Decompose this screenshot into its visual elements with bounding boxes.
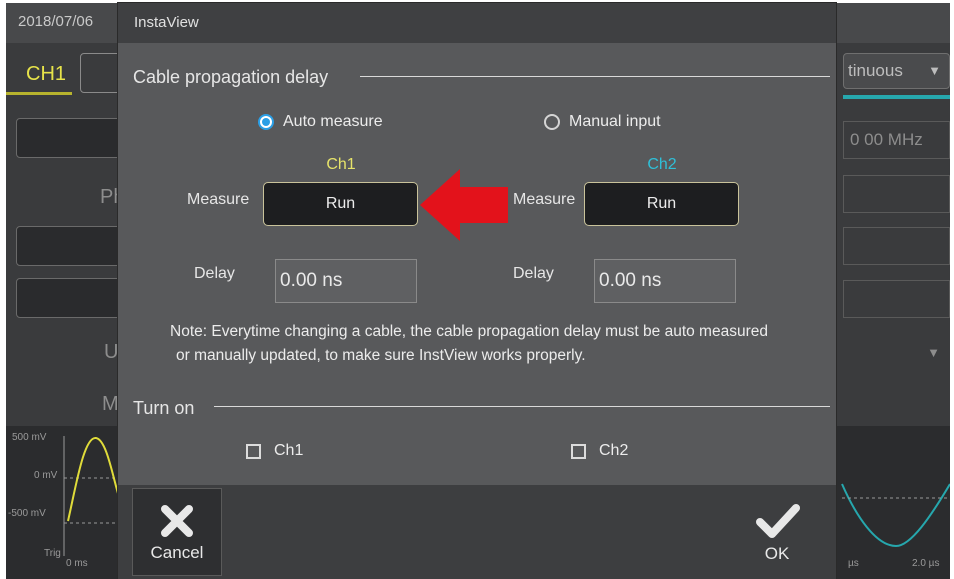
section-divider (214, 406, 830, 407)
ch2-run-button[interactable]: Run (584, 182, 739, 226)
ok-label: OK (764, 544, 790, 563)
auto-measure-radio[interactable]: Auto measure (258, 113, 383, 131)
checkbox-unchecked-icon (246, 443, 261, 459)
turn-on-ch2-checkbox[interactable]: Ch2 (571, 442, 628, 460)
manual-input-radio[interactable]: Manual input (544, 113, 661, 131)
turn-on-ch1-label: Ch1 (274, 442, 304, 459)
ok-button[interactable]: OK (732, 488, 822, 576)
section-divider (360, 76, 830, 77)
right-field-4[interactable] (843, 280, 950, 318)
checkbox-unchecked-icon (571, 443, 586, 459)
ch2-header: Ch2 (647, 156, 677, 173)
note-text: Note: Everytime changing a cable, the ca… (170, 320, 820, 368)
date-display: 2018/07/06 (18, 13, 94, 30)
cancel-button[interactable]: Cancel (132, 488, 222, 576)
right-field-3[interactable] (843, 227, 950, 265)
right-select-2[interactable]: ▼ (843, 335, 950, 373)
ch1-measure-label: Measure (187, 191, 250, 208)
auto-measure-label: Auto measure (283, 113, 383, 130)
dialog-footer: Cancel OK (118, 485, 836, 579)
chevron-down-icon: ▼ (928, 63, 941, 78)
dialog-title: InstaView (118, 3, 836, 43)
ch1-run-button[interactable]: Run (263, 182, 418, 226)
run-mode-select[interactable]: tinuous ▼ (843, 53, 950, 89)
close-icon (161, 505, 193, 537)
note-line-2: or manually updated, to make sure InstVi… (176, 347, 586, 364)
note-line-1: Note: Everytime changing a cable, the ca… (170, 323, 768, 340)
ch1-delay-label: Delay (194, 265, 235, 282)
cable-delay-section-title: Cable propagation delay (133, 67, 329, 87)
check-icon (756, 504, 800, 538)
left-arrow-icon (420, 169, 508, 241)
instaview-dialog: InstaView Cable propagation delay Auto m… (118, 3, 836, 579)
ch2-delay-label: Delay (513, 265, 554, 282)
turn-on-ch2-label: Ch2 (599, 442, 629, 459)
turn-on-ch1-checkbox[interactable]: Ch1 (246, 442, 303, 460)
ch2-delay-field[interactable]: 0.00 ns (594, 259, 736, 303)
right-field-2[interactable] (843, 175, 950, 213)
frequency-field[interactable]: 0 00 MHz (843, 121, 950, 159)
chevron-down-icon: ▼ (927, 345, 940, 360)
cancel-label: Cancel (150, 543, 204, 562)
ch1-header: Ch1 (326, 156, 356, 173)
channel-tab-ch1[interactable]: CH1 (6, 53, 72, 95)
radio-selected-icon (258, 114, 274, 130)
ch1-delay-field[interactable]: 0.00 ns (275, 259, 417, 303)
ch2-measure-label: Measure (513, 191, 576, 208)
run-mode-value: tinuous (848, 61, 903, 80)
manual-input-label: Manual input (569, 113, 661, 130)
radio-unselected-icon (544, 114, 560, 130)
turn-on-section-title: Turn on (133, 398, 195, 418)
ch2-indicator-bar (843, 95, 950, 99)
